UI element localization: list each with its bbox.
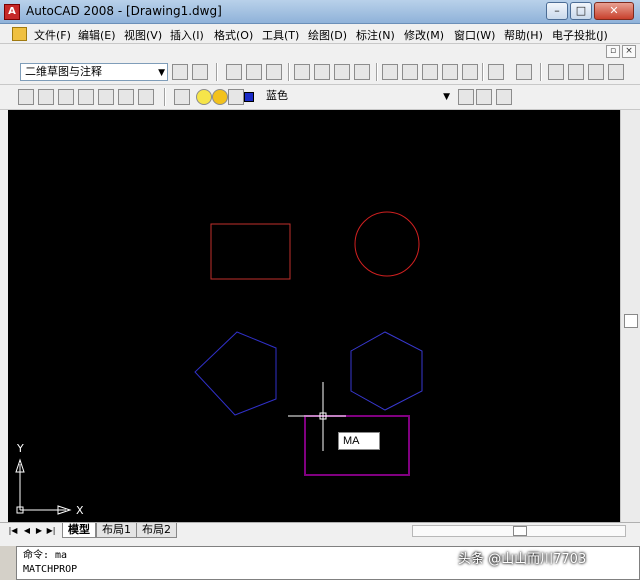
make-current-layer-icon[interactable] xyxy=(458,89,474,105)
open-file-icon[interactable] xyxy=(246,64,262,80)
publish-icon[interactable] xyxy=(334,64,350,80)
layers-toolbar: 蓝色 ▼ xyxy=(0,85,640,110)
last-tab-icon[interactable]: ▶| xyxy=(46,525,56,537)
dimension-aligned-icon[interactable] xyxy=(38,89,54,105)
layout-tabs-bar: |◀ ◀ ▶ ▶| 模型 布局1 布局2 xyxy=(0,522,640,538)
zoom-realtime-icon[interactable] xyxy=(568,64,584,80)
document-restore-button[interactable]: ▫ xyxy=(606,45,620,58)
workspace-dropdown[interactable]: 二维草图与注释 ▼ xyxy=(20,63,168,81)
print-preview-icon[interactable] xyxy=(314,64,330,80)
document-close-button[interactable]: × xyxy=(622,45,636,58)
standard-toolbar: 二维草图与注释 ▼ xyxy=(0,60,640,85)
menu-bar: 文件(F) 编辑(E) 视图(V) 插入(I) 格式(O) 工具(T) 绘图(D… xyxy=(0,24,640,44)
toolbar-separator xyxy=(540,63,542,81)
menu-etransmit[interactable]: 电子投批(J) xyxy=(552,27,608,43)
horizontal-scroll-thumb[interactable] xyxy=(513,526,527,536)
drawn-circle[interactable] xyxy=(354,211,420,277)
menu-modify[interactable]: 修改(M) xyxy=(404,27,444,43)
ucs-x-label: X xyxy=(76,504,84,517)
command-area-frame xyxy=(0,538,640,546)
layer-dropdown[interactable]: 蓝色 ▼ xyxy=(262,88,452,106)
color-swatch-icon xyxy=(244,92,254,102)
cut-icon[interactable] xyxy=(382,64,398,80)
zoom-window-icon[interactable] xyxy=(588,64,604,80)
layer-properties-icon[interactable] xyxy=(174,89,190,105)
print-icon[interactable] xyxy=(294,64,310,80)
layer-previous-icon[interactable] xyxy=(476,89,492,105)
dimension-radius-icon[interactable] xyxy=(98,89,114,105)
match-properties-icon[interactable] xyxy=(442,64,458,80)
paste-icon[interactable] xyxy=(422,64,438,80)
save-icon[interactable] xyxy=(266,64,282,80)
lightbulb-icon[interactable] xyxy=(196,89,212,105)
menu-format[interactable]: 格式(O) xyxy=(214,27,253,43)
workspace-settings-icon[interactable] xyxy=(172,64,188,80)
zoom-previous-icon[interactable] xyxy=(608,64,624,80)
save-workspace-icon[interactable] xyxy=(192,64,208,80)
tab-layout2[interactable]: 布局2 xyxy=(136,523,177,538)
first-tab-icon[interactable]: |◀ xyxy=(8,525,18,537)
menu-view[interactable]: 视图(V) xyxy=(124,27,162,43)
drawn-hexagon[interactable] xyxy=(350,331,423,411)
toolbar-separator xyxy=(164,88,166,106)
tab-model[interactable]: 模型 xyxy=(62,523,96,538)
menu-tools[interactable]: 工具(T) xyxy=(262,27,299,43)
menu-file[interactable]: 文件(F) xyxy=(34,27,71,43)
ucs-y-label: Y xyxy=(16,442,24,455)
menu-insert[interactable]: 插入(I) xyxy=(170,27,204,43)
close-button[interactable]: ✕ xyxy=(594,2,634,20)
toolbar-separator xyxy=(216,63,218,81)
title-bar: A AutoCAD 2008 - [Drawing1.dwg] – □ ✕ xyxy=(0,0,640,24)
chevron-down-icon: ▼ xyxy=(443,92,450,102)
menu-draw[interactable]: 绘图(D) xyxy=(308,27,347,43)
block-editor-icon[interactable] xyxy=(462,64,478,80)
menu-window[interactable]: 窗口(W) xyxy=(454,27,495,43)
workspace-value: 二维草图与注释 xyxy=(25,65,102,78)
watermark-text: 头条 @山山而川7703 xyxy=(458,552,587,567)
redo-icon[interactable] xyxy=(516,64,532,80)
horizontal-scrollbar[interactable] xyxy=(412,525,626,537)
left-frame xyxy=(0,110,8,522)
vertical-scrollbar[interactable] xyxy=(620,110,640,522)
dimension-jogged-icon[interactable] xyxy=(118,89,134,105)
toolbar-separator xyxy=(376,63,378,81)
3d-dwf-icon[interactable] xyxy=(354,64,370,80)
toolbar-separator xyxy=(288,63,290,81)
layer-states-icon[interactable] xyxy=(496,89,512,105)
undo-icon[interactable] xyxy=(488,64,504,80)
drawing-svg: Y X xyxy=(15,211,423,517)
lock-icon[interactable] xyxy=(228,89,244,105)
dimension-arc-icon[interactable] xyxy=(58,89,74,105)
drawn-rectangle[interactable] xyxy=(210,223,291,280)
sun-icon[interactable] xyxy=(212,89,228,105)
current-layer-value: 蓝色 xyxy=(266,89,288,102)
drawing-canvas[interactable]: Y X xyxy=(8,110,620,522)
window-title: AutoCAD 2008 - [Drawing1.dwg] xyxy=(26,4,222,18)
dimension-diameter-icon[interactable] xyxy=(138,89,154,105)
menu-dimension[interactable]: 标注(N) xyxy=(356,27,395,43)
next-tab-icon[interactable]: ▶ xyxy=(34,525,44,537)
drawn-pentagon[interactable] xyxy=(194,331,277,416)
pan-icon[interactable] xyxy=(548,64,564,80)
vertical-scroll-thumb[interactable] xyxy=(624,314,638,328)
autocad-app-icon[interactable]: A xyxy=(4,4,20,20)
document-window-controls: ▫ × xyxy=(0,44,640,60)
dynamic-input-tooltip: MA xyxy=(338,432,380,450)
document-menu-icon[interactable] xyxy=(12,27,27,41)
copy-icon[interactable] xyxy=(402,64,418,80)
dimension-ordinate-icon[interactable] xyxy=(78,89,94,105)
menu-edit[interactable]: 编辑(E) xyxy=(78,27,116,43)
menu-help[interactable]: 帮助(H) xyxy=(504,27,543,43)
toolbar-separator xyxy=(482,63,484,81)
prev-tab-icon[interactable]: ◀ xyxy=(22,525,32,537)
dimension-linear-icon[interactable] xyxy=(18,89,34,105)
minimize-button[interactable]: – xyxy=(546,2,568,20)
maximize-button[interactable]: □ xyxy=(570,2,592,20)
chevron-down-icon: ▼ xyxy=(158,68,165,78)
new-file-icon[interactable] xyxy=(226,64,242,80)
tab-layout1[interactable]: 布局1 xyxy=(96,523,137,538)
